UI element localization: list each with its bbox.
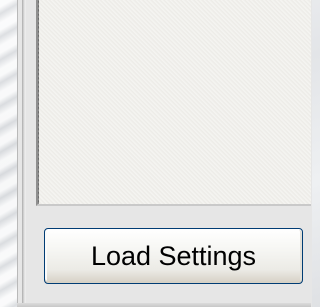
panel-bottom-border — [17, 303, 311, 307]
load-settings-label: Load Settings — [90, 240, 257, 271]
load-settings-button[interactable]: Load Settings — [44, 228, 303, 284]
list-box-background — [38, 0, 311, 204]
panel-divider — [22, 0, 26, 307]
settings-list-box[interactable] — [36, 0, 311, 206]
